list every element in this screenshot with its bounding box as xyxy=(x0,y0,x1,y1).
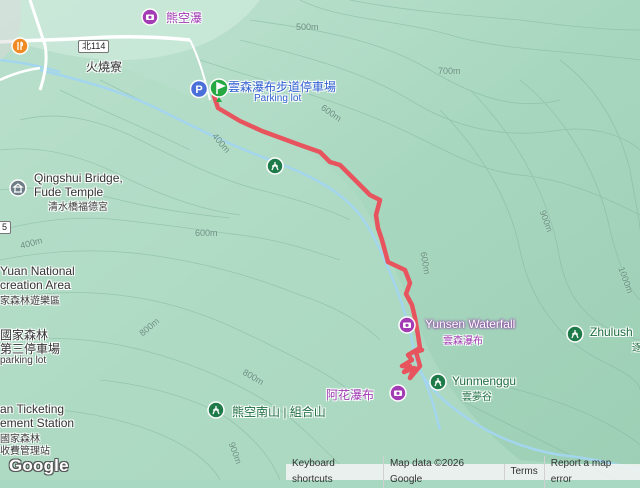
keyboard-shortcuts-link[interactable]: Keyboard shortcuts xyxy=(286,456,383,488)
contour-label: 500m xyxy=(296,22,319,32)
qingshui-zh-label[interactable]: 清水橋福德宮 xyxy=(48,198,108,213)
yunsen-zh-label[interactable]: 雲森瀑布 xyxy=(443,332,483,347)
zhulushan-zh-label[interactable]: 逐 xyxy=(632,339,640,354)
restaurant-icon[interactable] xyxy=(11,37,29,55)
parking-lot-en-label[interactable]: Parking lot xyxy=(254,93,301,104)
ticketing-zh-2[interactable]: 收費管理站 xyxy=(0,442,50,457)
temple-icon[interactable] xyxy=(9,179,27,197)
parking-letter: P xyxy=(195,84,202,96)
yunsen-waterfall-label[interactable]: Yunsen Waterfall xyxy=(425,317,515,331)
yunmenggu-zh-label[interactable]: 雲夢谷 xyxy=(462,388,492,403)
hiking-icon[interactable] xyxy=(429,373,447,391)
third-parking-en[interactable]: parking lot xyxy=(0,355,46,366)
contour-label: 600m xyxy=(195,228,218,238)
fude-temple-label[interactable]: Fude Temple xyxy=(34,185,103,199)
route-5-shield: 5 xyxy=(0,221,12,234)
huoshaoliao-label[interactable]: 火燒寮 xyxy=(86,58,122,75)
camera-icon[interactable] xyxy=(398,316,416,334)
hiking-icon[interactable] xyxy=(266,157,284,175)
ticketing-label-2[interactable]: ement Station xyxy=(0,416,74,430)
camera-icon[interactable] xyxy=(389,384,407,402)
qingshui-bridge-label[interactable]: Qingshui Bridge, xyxy=(34,171,123,185)
hiking-icon[interactable] xyxy=(566,325,584,343)
contour-label: 700m xyxy=(438,66,461,76)
ticketing-label-1[interactable]: an Ticketing xyxy=(0,402,64,416)
xiongkong-nanshan-label[interactable]: 熊空南山 | 組合山 xyxy=(232,403,326,420)
yunmenggu-label[interactable]: Yunmenggu xyxy=(452,374,516,388)
xiongkong-falls-label[interactable]: 熊空瀑 xyxy=(166,9,202,26)
recreation-area-label[interactable]: creation Area xyxy=(0,278,71,292)
parking-icon[interactable]: P xyxy=(189,79,209,99)
zhulushan-label[interactable]: Zhulush xyxy=(590,325,633,339)
report-error-link[interactable]: Report a map error xyxy=(543,456,640,488)
road-114-shield: 北114 xyxy=(78,40,110,53)
google-logo: Google xyxy=(9,456,69,475)
map-data-attribution: Map data ©2026 Google xyxy=(382,456,504,488)
yuan-national-label[interactable]: Yuan National xyxy=(0,264,75,278)
map-footer: Keyboard shortcuts Map data ©2026 Google… xyxy=(286,456,640,488)
ahua-falls-label[interactable]: 阿花瀑布 xyxy=(326,386,374,403)
terms-link[interactable]: Terms xyxy=(503,464,544,480)
camera-icon[interactable] xyxy=(141,8,159,26)
hiking-icon[interactable] xyxy=(207,401,225,419)
recreation-zh-label[interactable]: 家森林遊樂區 xyxy=(0,292,60,307)
